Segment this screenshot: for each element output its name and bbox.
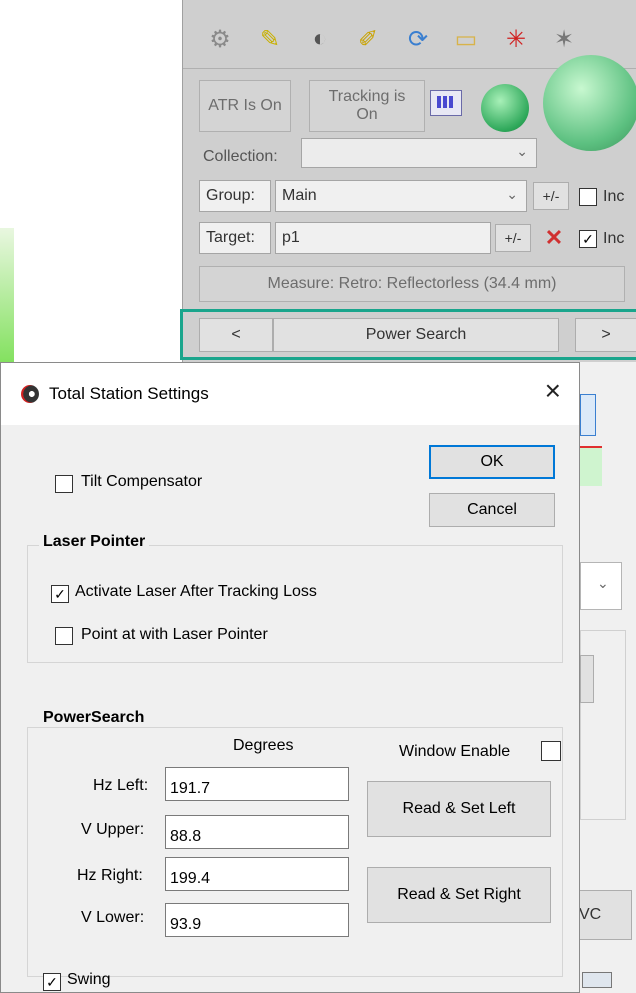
atr-status-button[interactable]: ATR Is On <box>199 80 291 132</box>
point-laser-label: Point at with Laser Pointer <box>81 626 268 643</box>
settings-dialog: Total Station Settings × OK Cancel Tilt … <box>0 362 580 993</box>
target-value: p1 <box>282 229 300 246</box>
hz-right-input[interactable]: 199.4 <box>165 857 349 891</box>
dialog-title: Total Station Settings <box>49 384 209 403</box>
bg-green-strip <box>580 446 602 486</box>
hz-right-value: 199.4 <box>170 870 211 887</box>
tracking-indicator-light <box>543 55 636 151</box>
collection-combobox[interactable]: ⌄ <box>301 138 537 168</box>
highlight-frame <box>180 309 636 360</box>
bg-blue-control <box>580 394 596 436</box>
powersearch-title: PowerSearch <box>39 709 149 727</box>
tracking-status-button[interactable]: Tracking is On <box>309 80 425 132</box>
dialog-titlebar[interactable]: Total Station Settings × <box>1 363 579 425</box>
close-icon[interactable]: × <box>545 375 561 407</box>
measure-button[interactable]: Measure: Retro: Reflectorless (34.4 mm) <box>199 266 625 302</box>
hz-left-value: 191.7 <box>170 780 211 797</box>
group-plusminus-button[interactable]: +/- <box>533 182 569 210</box>
laser-pointer-group <box>27 545 563 663</box>
swing-checkbox[interactable]: ✓ <box>43 973 61 991</box>
v-lower-label: V Lower: <box>81 909 145 926</box>
v-lower-input[interactable]: 93.9 <box>165 903 349 937</box>
read-set-right-label: Read & Set Right <box>397 886 521 903</box>
read-set-right-button[interactable]: Read & Set Right <box>367 867 551 923</box>
chevron-down-icon: ⌄ <box>506 186 518 202</box>
bg-dropdown[interactable]: ⌄ <box>580 562 622 610</box>
bg-vc-button[interactable]: VC <box>576 890 632 940</box>
group-plusminus-label: +/- <box>542 188 560 204</box>
laser-pointer-title: Laser Pointer <box>39 533 150 551</box>
group-value: Main <box>282 187 317 204</box>
gear-icon[interactable]: ⚙ <box>205 24 235 54</box>
hz-left-input[interactable]: 191.7 <box>165 767 349 801</box>
group-label: Group: <box>206 187 255 204</box>
target-include-label: Inc <box>603 230 625 247</box>
activate-laser-label: Activate Laser After Tracking Loss <box>75 583 317 600</box>
window-enable-checkbox[interactable] <box>541 741 561 761</box>
laser-burst-icon[interactable]: ✳ <box>501 24 531 54</box>
group-combobox[interactable]: Main ⌄ <box>275 180 527 212</box>
magic-wand-icon[interactable]: ✶ <box>549 24 579 54</box>
bg-button-stub[interactable] <box>580 655 594 703</box>
atr-status-label: ATR Is On <box>208 97 282 114</box>
read-set-left-button[interactable]: Read & Set Left <box>367 781 551 837</box>
folder-icon[interactable]: ▭ <box>451 24 481 54</box>
v-upper-value: 88.8 <box>170 828 202 845</box>
hz-right-label: Hz Right: <box>77 867 143 884</box>
cancel-label: Cancel <box>467 501 517 518</box>
atr-indicator-light <box>481 84 529 132</box>
measure-label: Measure: Retro: Reflectorless (34.4 mm) <box>267 275 557 292</box>
activate-laser-checkbox[interactable]: ✓ <box>51 585 69 603</box>
instrument-panel: ⚙ ✎ ◐ ✐ ⟳ ▭ ✳ ✶ ATR Is On Tracking is On… <box>182 0 636 362</box>
target-label-box: Target: <box>199 222 271 254</box>
group-include-label: Inc <box>603 188 625 205</box>
v-upper-input[interactable]: 88.8 <box>165 815 349 849</box>
refresh-icon[interactable]: ⟳ <box>403 24 433 54</box>
target-field[interactable]: p1 <box>275 222 491 254</box>
read-set-left-label: Read & Set Left <box>402 800 516 817</box>
cancel-button[interactable]: Cancel <box>429 493 555 527</box>
bg-keyboard-icon[interactable] <box>582 972 612 988</box>
grid-view-icon[interactable] <box>430 90 462 116</box>
tilt-compensator-checkbox[interactable] <box>55 475 73 493</box>
tracking-status-label: Tracking is On <box>328 88 406 123</box>
chevron-down-icon: ⌄ <box>516 143 528 159</box>
group-include-checkbox[interactable] <box>579 188 597 206</box>
collection-label: Collection: <box>203 148 278 165</box>
v-lower-value: 93.9 <box>170 916 202 933</box>
window-enable-label: Window Enable <box>399 743 511 760</box>
tilt-compensator-label: Tilt Compensator <box>81 473 203 490</box>
target-scope-icon[interactable]: ◐ <box>305 24 335 54</box>
degrees-header: Degrees <box>233 737 294 754</box>
group-label-box: Group: <box>199 180 271 212</box>
viewport-green-shape <box>0 228 14 368</box>
target-plusminus-label: +/- <box>504 230 522 246</box>
target-include-checkbox[interactable]: ✓ <box>579 230 597 248</box>
pencil-icon[interactable]: ✎ <box>255 24 285 54</box>
delete-target-icon[interactable]: ✕ <box>539 224 569 252</box>
ok-button[interactable]: OK <box>429 445 555 479</box>
bg-vc-label: VC <box>579 906 602 923</box>
point-laser-checkbox[interactable] <box>55 627 73 645</box>
target-plusminus-button[interactable]: +/- <box>495 224 531 252</box>
ok-label: OK <box>480 453 504 470</box>
app-icon <box>21 385 39 403</box>
target-label: Target: <box>206 229 255 246</box>
chevron-down-icon: ⌄ <box>597 575 609 591</box>
swing-label: Swing <box>67 971 111 988</box>
v-upper-label: V Upper: <box>81 821 145 838</box>
hz-left-label: Hz Left: <box>93 777 149 794</box>
brush-target-icon[interactable]: ✐ <box>353 24 383 54</box>
powersearch-group <box>27 727 563 977</box>
